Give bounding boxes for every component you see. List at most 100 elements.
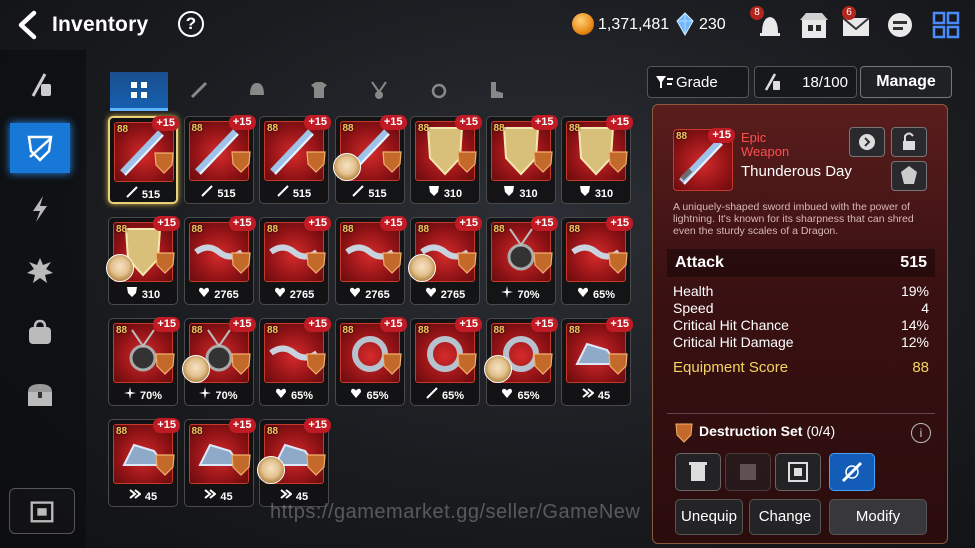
item-level: 88 — [191, 123, 203, 134]
sidebar — [0, 50, 86, 548]
menu-grid-icon[interactable] — [928, 8, 964, 42]
stat-type-icon — [198, 286, 210, 301]
set-effect-button[interactable] — [891, 161, 927, 191]
modify-button[interactable]: Modify — [829, 499, 927, 535]
item-card[interactable]: 88 +15 310 — [485, 115, 558, 204]
item-card[interactable]: 88 +15 65% — [334, 317, 407, 406]
substat-label: Speed — [673, 300, 714, 316]
tab-all[interactable] — [110, 72, 168, 111]
sidebar-item-artifacts[interactable] — [10, 184, 70, 234]
sidebar-item-materials[interactable] — [10, 246, 70, 296]
tab-necklace[interactable] — [350, 72, 408, 108]
enhance-badge: +15 — [606, 216, 633, 231]
set-icon — [532, 151, 553, 173]
item-card[interactable]: 88 +15 515 — [183, 115, 256, 204]
store-button[interactable] — [775, 453, 821, 491]
item-card[interactable]: 88 +15 70% — [108, 317, 180, 406]
gold-amount: 1,371,481 — [598, 16, 670, 33]
rarity-grade: Epic — [741, 130, 767, 145]
item-stat: 2765 — [260, 286, 328, 301]
storage-button[interactable] — [9, 488, 75, 534]
enhance-badge: +15 — [530, 115, 558, 130]
item-level: 88 — [569, 123, 581, 134]
bell-badge: 8 — [750, 6, 764, 20]
item-card[interactable]: 88 +15 70% — [181, 317, 256, 406]
enhance-button[interactable] — [829, 453, 875, 491]
enhance-badge: +15 — [228, 115, 256, 130]
substat-value: 4 — [921, 300, 929, 316]
item-stat: 515 — [185, 185, 253, 200]
set-icon — [155, 454, 175, 476]
item-card[interactable]: 88 +15 65% — [410, 317, 482, 406]
stat-value: 70% — [139, 390, 163, 402]
tab-ring[interactable] — [410, 72, 468, 108]
stat-value: 65% — [592, 289, 616, 301]
extract-button[interactable] — [725, 453, 771, 491]
item-stat: 2765 — [336, 286, 404, 301]
item-card[interactable]: 88 +15 310 — [410, 115, 482, 204]
lightning-icon — [33, 196, 47, 222]
set-icon — [457, 252, 477, 274]
tab-boots[interactable] — [466, 72, 524, 108]
item-level: 88 — [116, 325, 128, 336]
unequip-button[interactable]: Unequip — [675, 499, 743, 535]
grade-filter-button[interactable]: Grade — [647, 66, 749, 98]
sidebar-item-equipment[interactable] — [10, 60, 70, 110]
info-icon[interactable]: i — [911, 423, 931, 443]
main-stat-label: Attack — [675, 254, 724, 271]
sidebar-item-chest[interactable] — [10, 370, 70, 420]
set-icon — [381, 353, 402, 375]
stat-type-icon — [501, 387, 513, 402]
chat-icon[interactable] — [882, 8, 918, 42]
trash-icon — [689, 462, 707, 481]
item-card[interactable]: 88 +15 515 — [259, 115, 331, 204]
sell-button[interactable] — [675, 453, 721, 491]
item-card[interactable]: 88 +15 65% — [483, 317, 558, 406]
item-stat: 2765 — [411, 286, 479, 301]
item-card[interactable]: 88 +15 45 — [183, 418, 256, 507]
enhance-badge: +15 — [304, 418, 331, 433]
item-card[interactable]: 88 +15 65% — [259, 317, 331, 406]
substat-row: Critical Hit Damage 12% — [673, 334, 929, 351]
tab-helmet[interactable] — [228, 72, 286, 108]
top-bar: Inventory ? 1,371,481 230 8 6 — [0, 0, 975, 50]
set-icon — [306, 151, 326, 173]
item-stat: 65% — [336, 387, 404, 402]
item-card[interactable]: 88 +15 2765 — [259, 216, 331, 305]
item-card[interactable]: 88 +15 2765 — [334, 216, 407, 305]
share-button[interactable] — [849, 127, 885, 157]
stat-type-icon — [501, 286, 514, 301]
manage-button[interactable]: Manage — [860, 66, 952, 98]
item-card[interactable]: 88 +15 310 — [561, 115, 633, 204]
sidebar-item-bag[interactable] — [10, 308, 70, 358]
item-stat: 45 — [562, 387, 630, 402]
enhance-sword-icon — [841, 461, 863, 483]
item-card[interactable]: 88 +15 2765 — [183, 216, 256, 305]
lock-button[interactable] — [891, 127, 927, 157]
item-card[interactable]: 88 +15 310 — [106, 216, 180, 305]
item-card[interactable]: 88 +15 45 — [108, 418, 180, 507]
tab-weapon[interactable] — [170, 72, 228, 108]
item-level: 88 — [191, 325, 203, 336]
enhance-badge: +15 — [153, 418, 180, 433]
sidebar-item-inventory[interactable] — [10, 123, 70, 173]
item-stat: 310 — [487, 185, 555, 200]
change-button[interactable]: Change — [749, 499, 821, 535]
help-icon[interactable]: ? — [178, 11, 204, 37]
main-stat-value: 515 — [900, 254, 927, 271]
item-card[interactable]: 88 +15 45 — [561, 317, 633, 406]
set-icon — [608, 353, 628, 375]
item-card[interactable]: 88 +15 65% — [561, 216, 633, 305]
shop-icon[interactable] — [796, 8, 832, 42]
back-arrow-icon[interactable] — [14, 10, 44, 40]
item-card[interactable]: 88 +15 70% — [485, 216, 558, 305]
score-value: 88 — [912, 359, 929, 376]
item-card[interactable]: 88 +15 515 — [332, 115, 407, 204]
substat-value: 19% — [900, 283, 929, 299]
item-card[interactable]: 88 +15 515 — [108, 116, 179, 204]
equipment-score: Equipment Score 88 — [673, 359, 929, 376]
item-card[interactable]: 88 +15 45 — [257, 418, 331, 507]
item-card[interactable]: 88 +15 2765 — [408, 216, 482, 305]
enhance-badge: +15 — [379, 317, 407, 332]
tab-armor[interactable] — [290, 72, 348, 108]
